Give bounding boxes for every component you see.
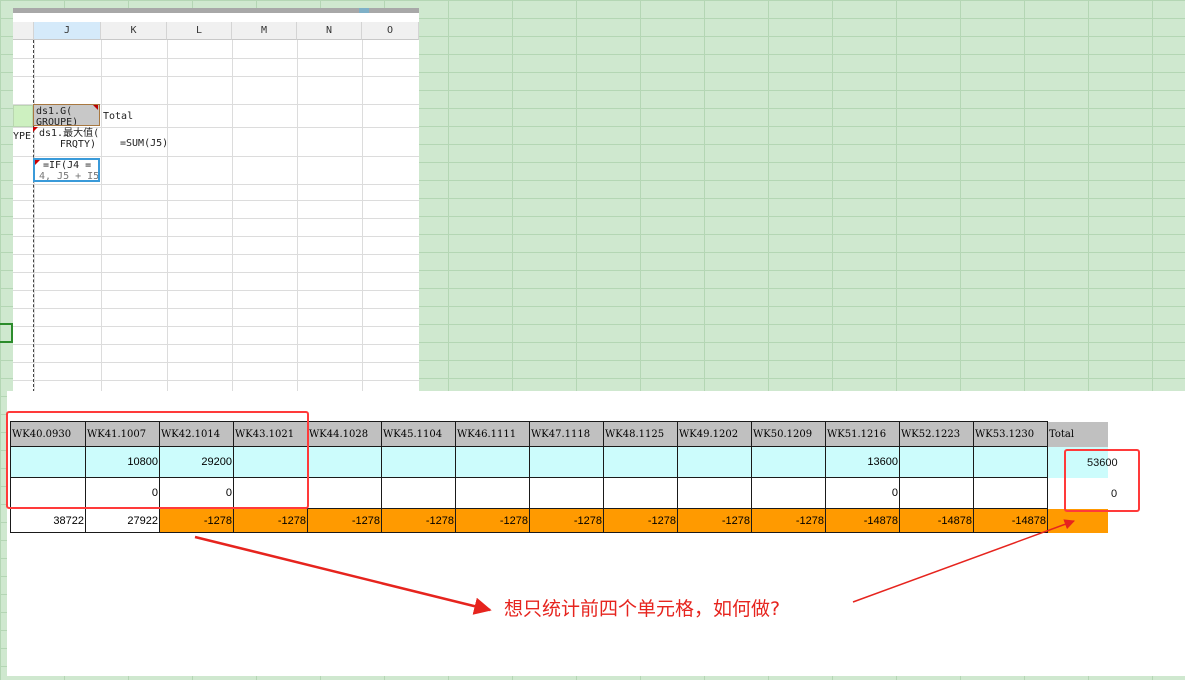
annotation-arrows [194, 519, 1075, 615]
arrow-to-total [852, 519, 1075, 603]
arrow-to-question [194, 535, 492, 615]
